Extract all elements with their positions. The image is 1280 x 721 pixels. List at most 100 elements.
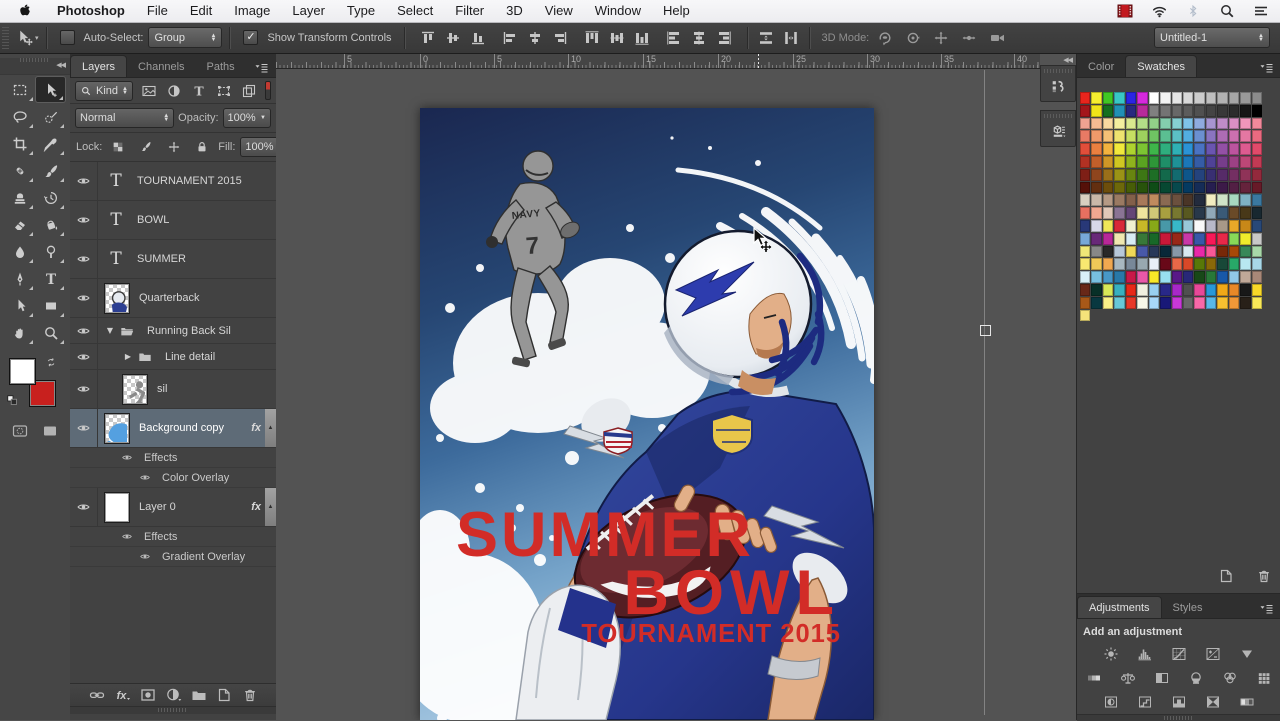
swatch[interactable] xyxy=(1091,181,1102,194)
collapse-tools-icon[interactable]: ◀◀ xyxy=(56,61,66,69)
layer-row-bowl[interactable]: T BOWL xyxy=(70,201,276,240)
swatch[interactable] xyxy=(1125,168,1137,181)
swatch[interactable] xyxy=(1217,143,1228,155)
tool-move[interactable] xyxy=(35,76,66,103)
swatch[interactable] xyxy=(1114,143,1125,155)
new-swatch-button[interactable] xyxy=(1215,567,1237,585)
swatch[interactable] xyxy=(1102,207,1114,219)
swatch[interactable] xyxy=(1194,219,1205,232)
tool-type[interactable]: T xyxy=(35,265,66,292)
swatch[interactable] xyxy=(1125,104,1137,117)
swatch[interactable] xyxy=(1091,194,1102,207)
filter-kind-dropdown[interactable]: Kind ▲ ▼ xyxy=(75,80,133,101)
document-canvas[interactable]: NAVY 7 SUMMER BOWL TOURNAMENT 2015 xyxy=(420,108,874,720)
adjustment-brightness-contrast[interactable] xyxy=(1099,645,1123,662)
layer-visibility-toggle[interactable] xyxy=(70,240,98,278)
swatch[interactable] xyxy=(1114,92,1125,104)
eye-icon[interactable] xyxy=(116,528,138,546)
swatch[interactable] xyxy=(1251,104,1262,117)
menu-list-icon[interactable] xyxy=(1250,2,1272,20)
bluetooth-icon[interactable] xyxy=(1182,2,1204,20)
swatch[interactable] xyxy=(1137,283,1148,296)
tab-paths[interactable]: Paths xyxy=(196,56,246,77)
screen-mode-button[interactable] xyxy=(39,422,61,440)
swatch[interactable] xyxy=(1137,92,1148,104)
swatch[interactable] xyxy=(1137,245,1148,258)
swatch[interactable] xyxy=(1148,104,1160,117)
swatch[interactable] xyxy=(1228,232,1240,245)
swatch[interactable] xyxy=(1182,130,1194,143)
swatch[interactable] xyxy=(1205,194,1217,207)
swatch[interactable] xyxy=(1171,168,1182,181)
swatch[interactable] xyxy=(1182,207,1194,219)
menu-select[interactable]: Select xyxy=(386,0,444,22)
swatch[interactable] xyxy=(1182,194,1194,207)
swatch[interactable] xyxy=(1148,258,1160,271)
swatch[interactable] xyxy=(1148,168,1160,181)
tools-grip[interactable] xyxy=(20,58,50,62)
swatch[interactable] xyxy=(1228,143,1240,155)
layer-row-layer-0[interactable]: Layer 0 fx ▲ xyxy=(70,488,276,527)
tool-history-brush[interactable] xyxy=(35,184,66,211)
swatch[interactable] xyxy=(1228,155,1240,168)
tool-spot-healing[interactable] xyxy=(4,157,35,184)
swatch[interactable] xyxy=(1137,194,1148,207)
swatch[interactable] xyxy=(1080,130,1091,143)
swatch[interactable] xyxy=(1194,296,1205,309)
swatch[interactable] xyxy=(1091,245,1102,258)
swatch[interactable] xyxy=(1125,207,1137,219)
adjustment-threshold[interactable] xyxy=(1167,693,1191,710)
swatch[interactable] xyxy=(1080,168,1091,181)
swatch[interactable] xyxy=(1217,104,1228,117)
new-layer-button[interactable] xyxy=(213,686,235,704)
align-vcenter-icon[interactable] xyxy=(442,29,464,47)
swatch[interactable] xyxy=(1171,271,1182,283)
swatch[interactable] xyxy=(1114,232,1125,245)
swatch[interactable] xyxy=(1240,245,1251,258)
swatch[interactable] xyxy=(1240,117,1251,130)
swatch[interactable] xyxy=(1194,143,1205,155)
swatch[interactable] xyxy=(1102,194,1114,207)
swatch[interactable] xyxy=(1228,181,1240,194)
swatch[interactable] xyxy=(1251,155,1262,168)
swatch[interactable] xyxy=(1217,155,1228,168)
menu-window[interactable]: Window xyxy=(584,0,652,22)
swatch[interactable] xyxy=(1080,309,1091,322)
swatch[interactable] xyxy=(1217,283,1228,296)
menu-filter[interactable]: Filter xyxy=(444,0,495,22)
swatch[interactable] xyxy=(1148,194,1160,207)
swatch[interactable] xyxy=(1137,258,1148,271)
swatch[interactable] xyxy=(1251,117,1262,130)
dock-resize-grip[interactable] xyxy=(158,708,188,712)
swatch[interactable] xyxy=(1251,219,1262,232)
swatch[interactable] xyxy=(1137,296,1148,309)
swatch[interactable] xyxy=(1080,104,1091,117)
swatch[interactable] xyxy=(1205,92,1217,104)
swatch[interactable] xyxy=(1091,219,1102,232)
swatch[interactable] xyxy=(1137,207,1148,219)
eye-icon[interactable] xyxy=(134,548,156,566)
swatch[interactable] xyxy=(1102,283,1114,296)
swatch[interactable] xyxy=(1205,258,1217,271)
swatch[interactable] xyxy=(1240,181,1251,194)
swatch[interactable] xyxy=(1091,117,1102,130)
collapse-effects-icon[interactable]: ▲ xyxy=(265,409,276,447)
swatch[interactable] xyxy=(1125,271,1137,283)
adjustment-posterize[interactable] xyxy=(1133,693,1157,710)
swatch[interactable] xyxy=(1114,219,1125,232)
adjustment-hue-saturation[interactable] xyxy=(1082,669,1106,686)
swatch[interactable] xyxy=(1160,258,1171,271)
delete-swatch-button[interactable] xyxy=(1253,567,1275,585)
menu-help[interactable]: Help xyxy=(652,0,701,22)
swatch[interactable] xyxy=(1205,168,1217,181)
adjustment-photo-filter[interactable] xyxy=(1184,669,1208,686)
effect-row-gradient-overlay[interactable]: Gradient Overlay xyxy=(70,547,276,567)
swatch[interactable] xyxy=(1114,155,1125,168)
swatch[interactable] xyxy=(1182,219,1194,232)
swatch[interactable] xyxy=(1160,181,1171,194)
swatch[interactable] xyxy=(1080,219,1091,232)
tool-rectangular-marquee[interactable] xyxy=(4,76,35,103)
trash-button[interactable] xyxy=(239,686,261,704)
swatch[interactable] xyxy=(1091,92,1102,104)
menu-image[interactable]: Image xyxy=(223,0,281,22)
